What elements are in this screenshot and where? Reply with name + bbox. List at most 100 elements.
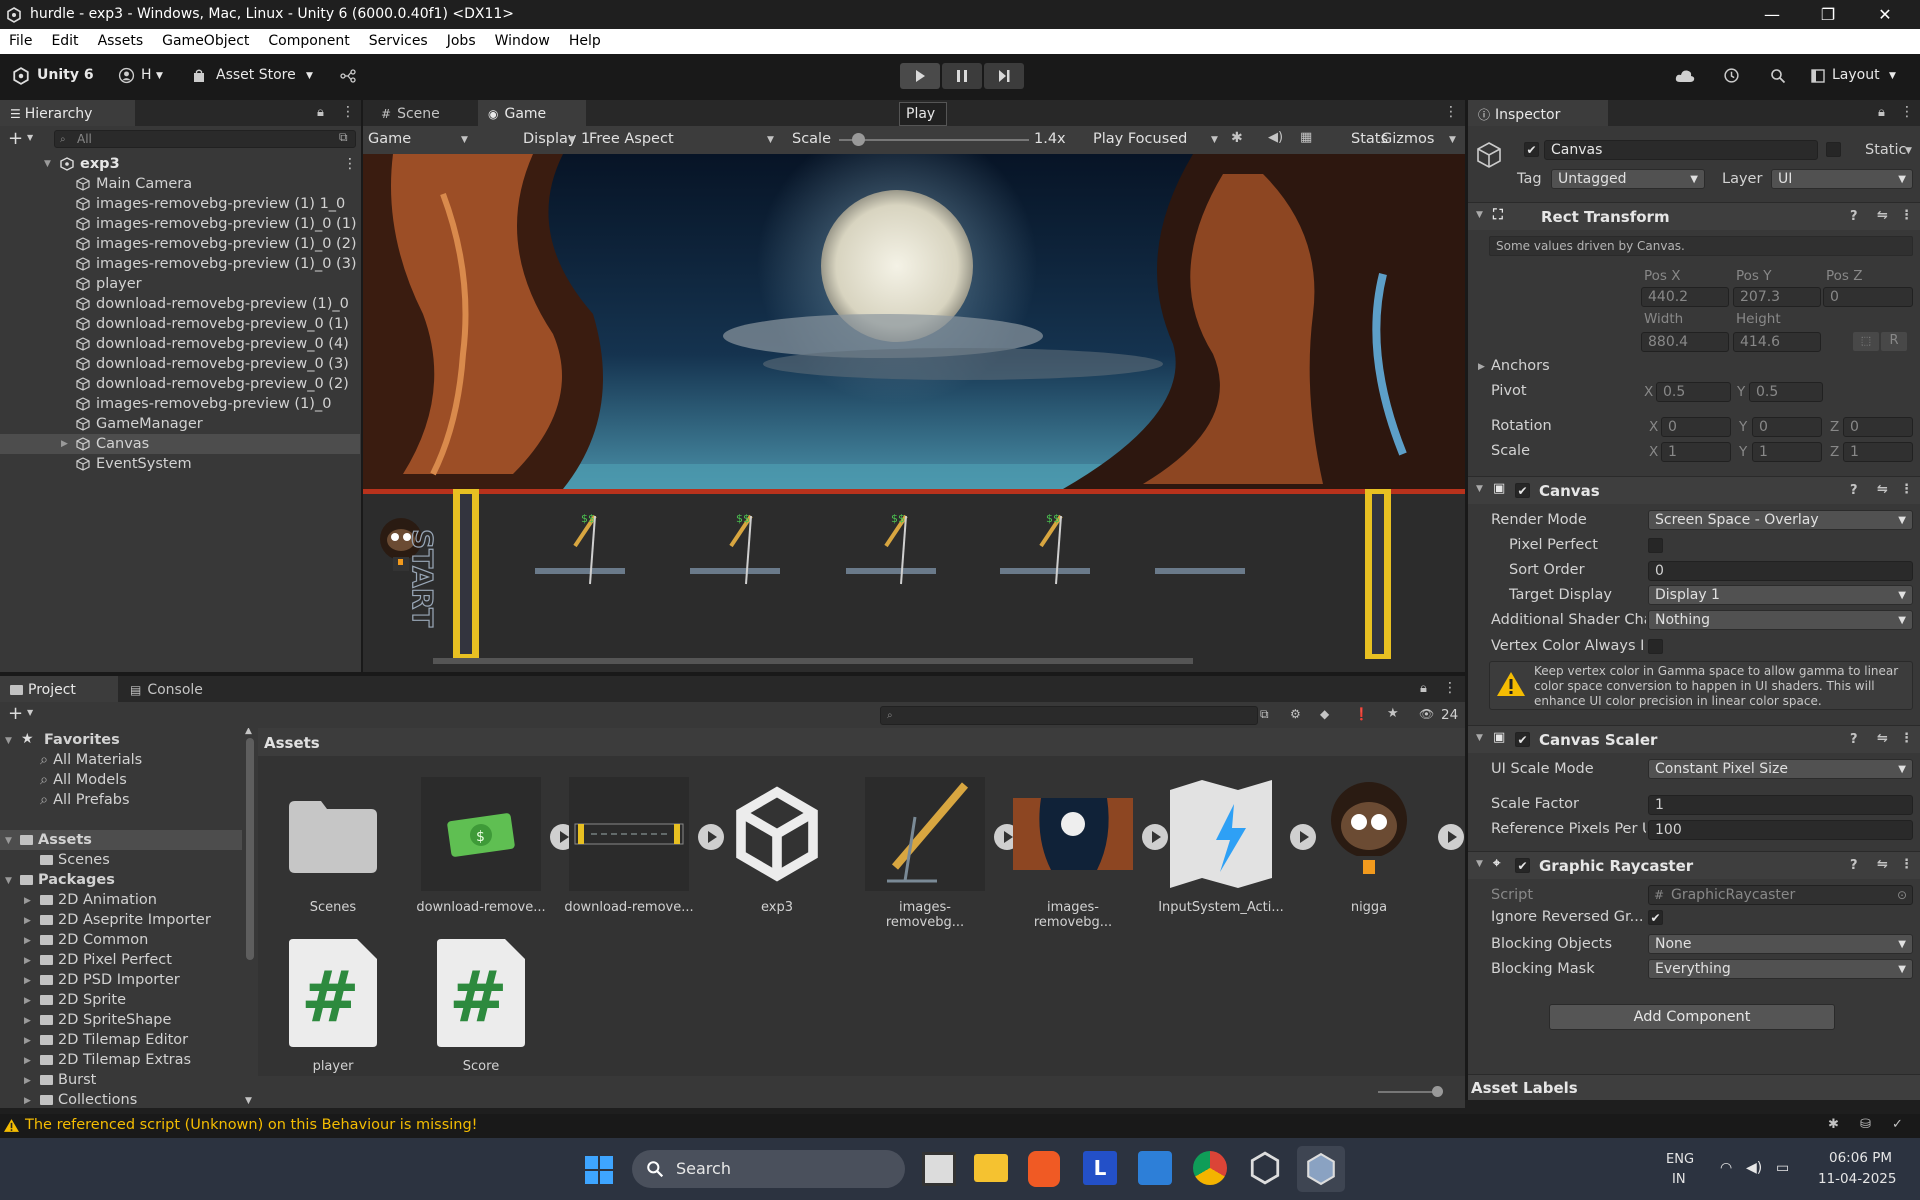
debug-icon[interactable]: ✱	[1828, 1117, 1839, 1132]
package-item[interactable]: 2D Animation	[40, 890, 157, 910]
expand-triangle-icon[interactable]: ▶	[24, 1096, 31, 1106]
rect-transform-header[interactable]: ▼ ⛶ Rect Transform ? ⇋ ⋮	[1468, 202, 1920, 230]
static-checkbox[interactable]	[1826, 142, 1841, 157]
add-icon[interactable]: +	[8, 128, 23, 149]
hierarchy-item[interactable]: images-removebg-preview (1)_0 (1)	[0, 214, 360, 234]
kebab-menu-icon[interactable]: ⋮	[341, 104, 355, 120]
tab-hierarchy[interactable]: ☰ Hierarchy	[0, 100, 135, 126]
object-name-input[interactable]: Canvas	[1544, 140, 1818, 160]
hierarchy-item[interactable]: download-removebg-preview_0 (2)	[0, 374, 360, 394]
tree-scrollbar[interactable]	[246, 738, 254, 960]
menu-assets[interactable]: Assets	[89, 29, 154, 49]
kebab-menu-icon[interactable]: ⋮	[1900, 104, 1914, 120]
collapse-triangle-icon[interactable]: ▼	[1476, 733, 1483, 743]
minimize-button[interactable]: —	[1744, 0, 1800, 29]
preset-icon[interactable]: ⇋	[1877, 857, 1888, 872]
hierarchy-item[interactable]: download-removebg-preview (1)_0	[0, 294, 360, 314]
cloud-icon[interactable]	[1675, 69, 1695, 83]
active-checkbox[interactable]: ✔	[1524, 142, 1539, 157]
asset-item[interactable]: nigga	[1304, 772, 1434, 915]
hierarchy-item[interactable]: images-removebg-preview (1)_0 (3)	[0, 254, 360, 274]
blueprint-mode-icon[interactable]: ⬚	[1853, 332, 1879, 351]
canvas-enabled-checkbox[interactable]: ✔	[1515, 483, 1530, 498]
zoom-slider-track[interactable]	[1378, 1091, 1440, 1093]
asset-item[interactable]: $ download-remove...	[416, 772, 546, 915]
pos-y-field[interactable]: 207.3	[1733, 287, 1821, 307]
menu-services[interactable]: Services	[360, 29, 438, 49]
menu-window[interactable]: Window	[486, 29, 560, 49]
pos-z-field[interactable]: 0	[1823, 287, 1913, 307]
preset-icon[interactable]: ⇋	[1877, 208, 1888, 223]
pause-button[interactable]	[942, 63, 982, 89]
ui-scale-mode-dropdown[interactable]: Constant Pixel Size ▼	[1648, 759, 1913, 779]
canvas-component-header[interactable]: ▼ ▣ ✔ Canvas ? ⇋ ⋮	[1468, 476, 1920, 504]
scene-row[interactable]: ▼ exp3 ⋮	[0, 154, 360, 174]
tab-project[interactable]: Project	[0, 676, 118, 702]
preset-icon[interactable]: ⇋	[1877, 731, 1888, 746]
vertex-color-checkbox[interactable]	[1648, 639, 1663, 654]
expand-triangle-icon[interactable]: ▼	[5, 736, 12, 746]
microsoft-store-icon[interactable]	[1138, 1151, 1172, 1185]
check-circle-icon[interactable]: ✓	[1892, 1117, 1903, 1132]
expand-triangle-icon[interactable]: ▶	[24, 896, 31, 906]
lock-icon[interactable]: 🔒︎	[317, 105, 324, 120]
preset-icon[interactable]: ⇋	[1877, 482, 1888, 497]
asset-item[interactable]: # Score	[416, 931, 546, 1074]
version-control-icon[interactable]	[340, 69, 356, 83]
kebab-menu-icon[interactable]: ⋮	[1444, 104, 1458, 120]
display-dropdown[interactable]: Display 1	[523, 131, 590, 147]
kebab-menu-icon[interactable]: ⋮	[1900, 731, 1913, 746]
hierarchy-item[interactable]: images-removebg-preview (1)_0 (2)	[0, 234, 360, 254]
height-field[interactable]: 414.6	[1733, 332, 1821, 352]
breadcrumb-assets[interactable]: Assets	[264, 734, 320, 752]
target-icon[interactable]: ⊙	[1897, 887, 1907, 904]
chrome-icon[interactable]	[1193, 1151, 1227, 1185]
pivot-x-field[interactable]: 0.5	[1656, 382, 1731, 402]
expand-triangle-icon[interactable]: ▶	[24, 956, 31, 966]
favorite-item[interactable]: ⌕ All Models	[40, 770, 127, 790]
collapse-triangle-icon[interactable]: ▼	[1476, 210, 1483, 220]
tab-scene[interactable]: # Scene	[371, 100, 481, 126]
asset-item[interactable]: exp3	[712, 772, 842, 915]
kebab-menu-icon[interactable]: ⋮	[1900, 482, 1913, 497]
help-icon[interactable]: ?	[1850, 209, 1858, 224]
launcher-l-icon[interactable]: L	[1083, 1151, 1117, 1185]
add-icon[interactable]: +	[8, 703, 23, 724]
scale-y-field[interactable]: 1	[1752, 442, 1822, 462]
help-icon[interactable]: ?	[1850, 483, 1858, 498]
menu-jobs[interactable]: Jobs	[438, 29, 486, 49]
help-icon[interactable]: ?	[1850, 858, 1858, 873]
asset-item[interactable]: images-removebg...	[1008, 772, 1138, 930]
cache-icon[interactable]: ⛁	[1860, 1117, 1871, 1132]
lock-icon[interactable]: 🔒︎	[1420, 681, 1427, 696]
scale-factor-field[interactable]: 1	[1648, 795, 1913, 815]
scroll-up-icon[interactable]: ▲	[245, 728, 252, 736]
raw-edit-button[interactable]: R	[1881, 332, 1907, 351]
lock-icon[interactable]: 🔒︎	[1878, 105, 1885, 120]
speaker-icon[interactable]: ◀)	[1268, 130, 1283, 145]
expand-triangle-icon[interactable]: ▶	[24, 976, 31, 986]
unity-hub-icon[interactable]	[1248, 1151, 1282, 1185]
expand-triangle-icon[interactable]: ▼	[5, 876, 12, 886]
bug-icon[interactable]: ✱	[1231, 130, 1243, 146]
canvas-scaler-enabled-checkbox[interactable]: ✔	[1515, 732, 1530, 747]
hierarchy-item[interactable]: EventSystem	[0, 454, 360, 474]
package-item[interactable]: 2D Tilemap Extras	[40, 1050, 191, 1070]
filter-type-icon[interactable]: ⚙	[1290, 707, 1301, 721]
aspect-dropdown[interactable]: Free Aspect	[589, 131, 674, 147]
layer-dropdown[interactable]: UI ▼	[1771, 169, 1913, 189]
clock-time[interactable]: 06:06 PM	[1829, 1150, 1892, 1166]
brave-browser-icon[interactable]	[1028, 1151, 1060, 1187]
hierarchy-item[interactable]: Main Camera	[0, 174, 360, 194]
raycaster-enabled-checkbox[interactable]: ✔	[1515, 858, 1530, 873]
expand-triangle-icon[interactable]: ▶	[24, 936, 31, 946]
star-icon[interactable]: ★	[1387, 706, 1399, 721]
kebab-menu-icon[interactable]: ⋮	[343, 154, 357, 174]
hierarchy-search-input[interactable]: All	[77, 132, 92, 146]
asset-item[interactable]: InputSystem_Acti...	[1156, 772, 1286, 915]
label-icon[interactable]: ◆	[1320, 707, 1329, 721]
package-item[interactable]: Collections	[40, 1090, 137, 1108]
favorites-label[interactable]: Favorites	[44, 730, 120, 750]
expand-triangle-icon[interactable]: ▶	[24, 996, 31, 1006]
asset-item[interactable]: images-removebg...	[860, 772, 990, 930]
